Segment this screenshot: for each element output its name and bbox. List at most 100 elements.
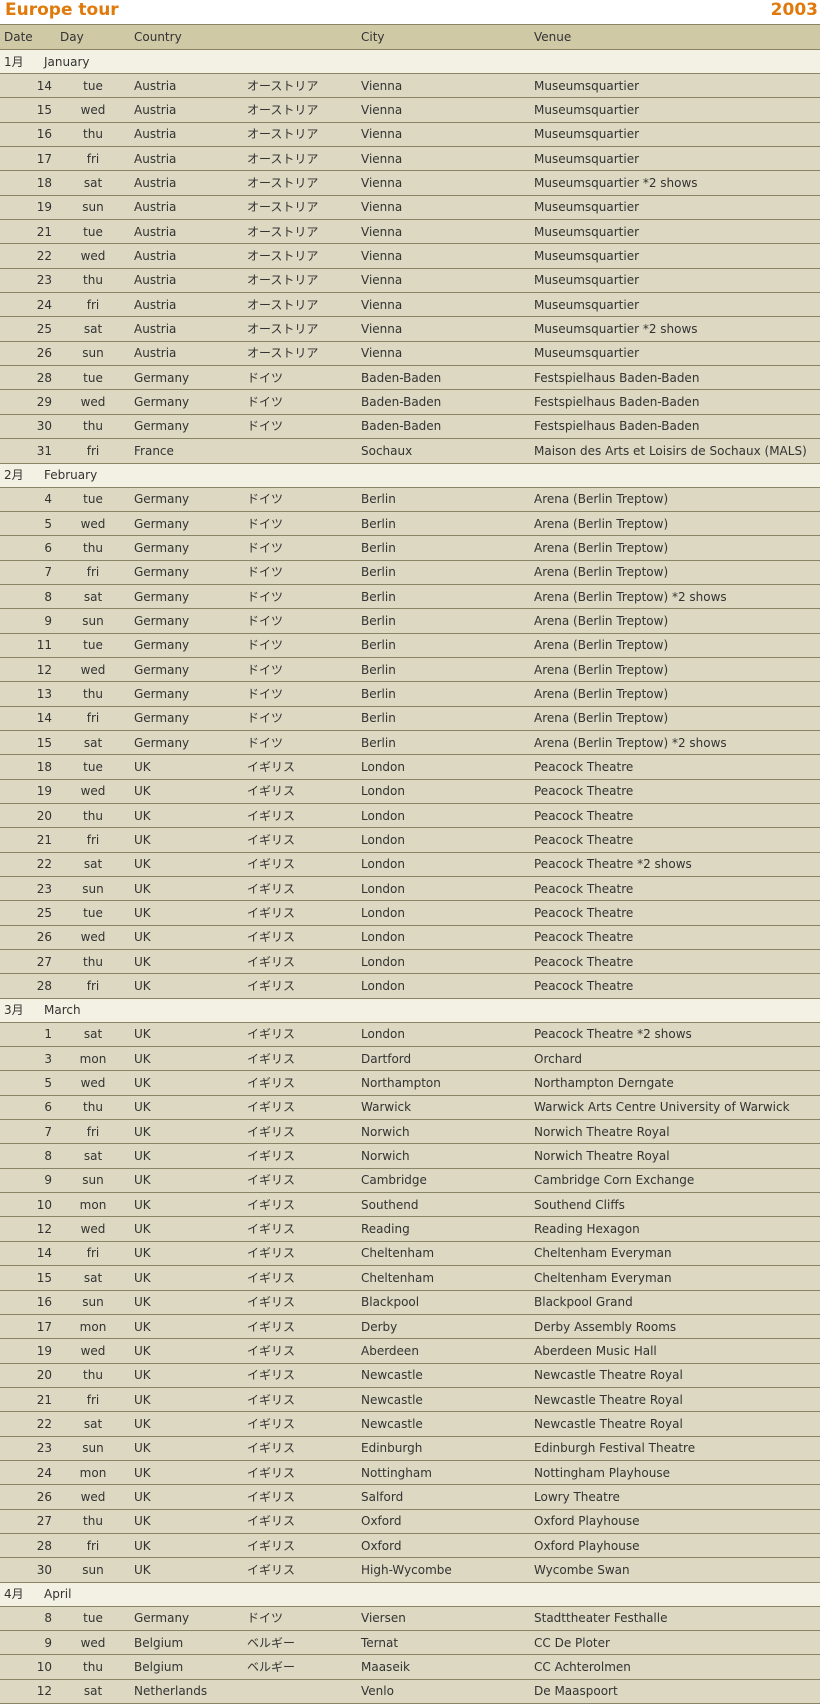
cell-country: UK [130,1119,243,1145]
cell-day: wed [56,1484,130,1510]
table-row: 24 mon UK イギリス Nottingham Nottingham Playhous… [0,1460,820,1486]
cell-country-jp: イギリス [243,754,357,780]
cell-day: sun [56,341,130,367]
cell-date: 19 [0,779,56,804]
table-row: 28 fri UK イギリス Oxford Oxford Playhouse [0,1533,820,1559]
cell-city: Newcastle [357,1411,530,1437]
cell-country-jp: イギリス [243,1070,357,1096]
cell-day: tue [56,900,130,926]
cell-country: Austria [130,316,243,342]
cell-date: 20 [0,803,56,829]
cell-country-jp: イギリス [243,1216,357,1242]
cell-day: sat [56,730,130,756]
cell-country: Austria [130,341,243,367]
cell-country: Austria [130,292,243,318]
cell-country: UK [130,876,243,902]
cell-country: UK [130,1022,243,1048]
cell-country-jp: イギリス [243,1387,357,1413]
table-row: 5 wed Germany ドイツ Berlin Arena (Berlin Trepto… [0,511,820,537]
cell-country-jp: ドイツ [243,1606,357,1631]
cell-venue: Newcastle Theatre Royal [530,1387,820,1413]
cell-city: Vienna [357,341,530,367]
cell-date: 21 [0,1387,56,1413]
cell-date: 15 [0,97,56,123]
cell-date: 21 [0,219,56,245]
cell-city: London [357,827,530,853]
cell-country-jp: イギリス [243,1022,357,1048]
cell-date: 26 [0,341,56,367]
cell-city: Cambridge [357,1168,530,1194]
table-row: 5 wed UK イギリス Northampton Northampton Derngat… [0,1070,820,1096]
cell-city: Vienna [357,243,530,269]
cell-date: 4 [0,487,56,512]
cell-city: London [357,779,530,804]
cell-country-jp: イギリス [243,1143,357,1169]
cell-city: London [357,925,530,951]
cell-date: 16 [0,122,56,148]
table-row: 12 wed Germany ドイツ Berlin Arena (Berlin Trept… [0,657,820,683]
cell-date: 22 [0,1411,56,1437]
cell-day: thu [56,268,130,294]
cell-country: Austria [130,97,243,123]
cell-date: 12 [0,1679,56,1704]
table-row: 14 fri Germany ドイツ Berlin Arena (Berlin Trept… [0,706,820,731]
cell-venue: Peacock Theatre *2 shows [530,852,820,878]
cell-country-jp: オーストリア [243,73,357,99]
cell-country-jp: イギリス [243,1509,357,1534]
cell-venue: Museumsquartier [530,73,820,99]
cell-day: sat [56,584,130,610]
cell-city: Vienna [357,170,530,196]
cell-city: Norwich [357,1143,530,1169]
month-label: 4月 April [0,1582,820,1607]
cell-day: mon [56,1046,130,1072]
cell-venue: Peacock Theatre [530,754,820,780]
cell-country: UK [130,1265,243,1291]
table-row: 17 fri Austria オーストリア Vienna Museumsquartier [0,146,820,172]
cell-country-jp: ベルギー [243,1654,357,1680]
table-row: 18 sat Austria オーストリア Vienna Museumsquartier … [0,170,820,196]
header-date: Date [0,24,56,50]
cell-day: thu [56,414,130,440]
cell-date: 7 [0,1119,56,1145]
cell-city: Vienna [357,97,530,123]
cell-date: 5 [0,1070,56,1096]
cell-date: 27 [0,949,56,975]
table-row: 16 sun UK イギリス Blackpool Blackpool Grand [0,1290,820,1315]
cell-day: thu [56,1363,130,1388]
cell-day: wed [56,1216,130,1242]
cell-country: Austria [130,243,243,269]
cell-day: thu [56,122,130,148]
cell-day: fri [56,973,130,999]
cell-country: UK [130,949,243,975]
table-row: 29 wed Germany ドイツ Baden-Baden Festspielhaus … [0,389,820,415]
cell-country-jp: イギリス [243,1241,357,1267]
header-venue: Venue [530,24,820,50]
cell-venue: Festspielhaus Baden-Baden [530,365,820,391]
cell-day: wed [56,925,130,951]
cell-day: sun [56,1168,130,1194]
cell-date: 14 [0,1241,56,1267]
cell-city: Vienna [357,146,530,172]
cell-country-jp: ドイツ [243,560,357,585]
cell-city: Vienna [357,268,530,294]
table-row: 10 thu Belgium ベルギー Maaseik CC Achterolmen [0,1654,820,1680]
cell-country: UK [130,1095,243,1121]
cell-country-jp: イギリス [243,1265,357,1291]
cell-venue: Warwick Arts Centre University of Warwic… [530,1095,820,1121]
cell-country-jp: ドイツ [243,584,357,610]
month-name: February [44,468,98,482]
month-number: 4月 [4,1587,24,1602]
cell-country: UK [130,1338,243,1364]
cell-day: sat [56,1679,130,1704]
year-label: 2003 [770,0,818,20]
cell-country-jp: イギリス [243,1314,357,1340]
month-header-row: 3月 March [0,998,820,1023]
cell-venue: Peacock Theatre [530,803,820,829]
table-row: 3 mon UK イギリス Dartford Orchard [0,1046,820,1072]
cell-country: Germany [130,511,243,537]
cell-city: London [357,1022,530,1048]
table-row: 21 tue Austria オーストリア Vienna Museumsquartier [0,219,820,245]
cell-venue: Arena (Berlin Treptow) *2 shows [530,730,820,756]
cell-city: Edinburgh [357,1436,530,1461]
cell-day: tue [56,633,130,658]
